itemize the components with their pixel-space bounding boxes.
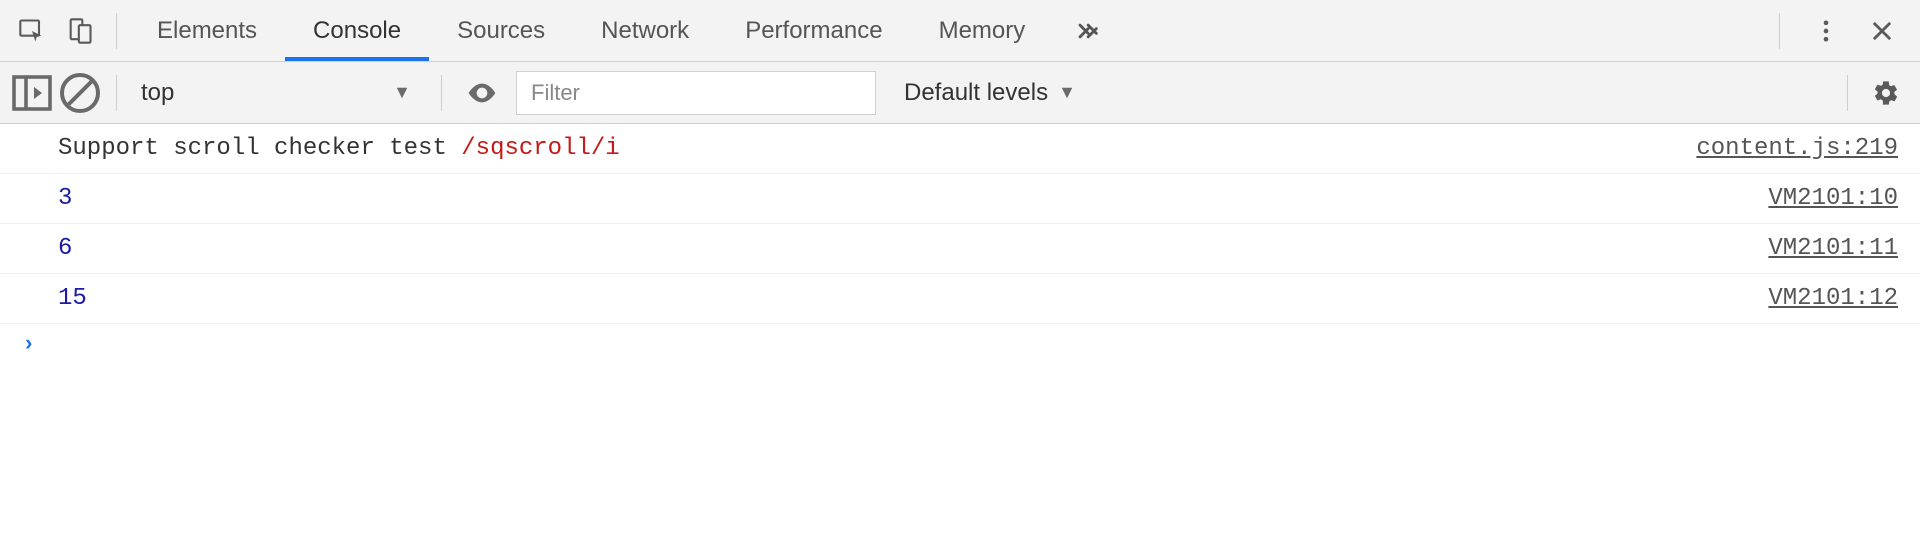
panel-tabs: Elements Console Sources Network Perform… [129,0,1767,61]
inspect-element-icon[interactable] [8,1,56,61]
source-link[interactable]: VM2101:10 [1768,185,1898,212]
tab-bar-right [1767,1,1912,61]
kebab-menu-icon[interactable] [1804,1,1848,61]
log-text: Support scroll checker test [58,135,461,162]
console-toolbar: top ▼ Default levels ▼ [0,62,1920,124]
console-log-row: 3 VM2101:10 [0,174,1920,224]
log-number: 6 [58,235,72,262]
console-log-row: 6 VM2101:11 [0,224,1920,274]
source-link[interactable]: VM2101:11 [1768,235,1898,262]
log-levels-select[interactable]: Default levels ▼ [894,79,1086,107]
filter-input[interactable] [516,71,876,115]
tab-memory[interactable]: Memory [911,0,1054,61]
console-log-row: Support scroll checker test /sqscroll/i … [0,124,1920,174]
console-output: Support scroll checker test /sqscroll/i … [0,124,1920,324]
source-link[interactable]: content.js:219 [1696,135,1898,162]
log-message: 3 [58,185,1768,212]
source-link[interactable]: VM2101:12 [1768,285,1898,312]
tab-sources[interactable]: Sources [429,0,573,61]
separator [1779,13,1780,49]
tab-performance[interactable]: Performance [717,0,910,61]
clear-console-icon[interactable] [56,63,104,123]
tab-label: Memory [939,17,1026,45]
separator [441,75,442,111]
context-value: top [141,79,174,107]
tab-label: Elements [157,17,257,45]
console-prompt: › [0,324,1920,365]
live-expression-icon[interactable] [454,77,510,109]
show-console-sidebar-icon[interactable] [8,63,56,123]
console-input[interactable] [49,332,1898,357]
separator [116,13,117,49]
log-message: 15 [58,285,1768,312]
log-number: 3 [58,185,72,212]
tab-elements[interactable]: Elements [129,0,285,61]
log-message: Support scroll checker test /sqscroll/i [58,135,1696,162]
separator [116,75,117,111]
devtools-tab-bar: Elements Console Sources Network Perform… [0,0,1920,62]
execution-context-select[interactable]: top ▼ [129,63,429,123]
tab-label: Performance [745,17,882,45]
tab-network[interactable]: Network [573,0,717,61]
dropdown-triangle-icon: ▼ [393,82,411,103]
log-number: 15 [58,285,87,312]
tab-label: Sources [457,17,545,45]
prompt-chevron-icon: › [22,332,35,357]
more-tabs-button[interactable] [1053,0,1121,61]
levels-label: Default levels [904,79,1048,107]
tab-label: Network [601,17,689,45]
tab-console[interactable]: Console [285,0,429,61]
dropdown-triangle-icon: ▼ [1058,82,1076,103]
close-icon[interactable] [1860,1,1904,61]
console-settings-icon[interactable] [1860,63,1912,123]
console-log-row: 15 VM2101:12 [0,274,1920,324]
log-regex: /sqscroll/i [461,135,619,162]
device-toolbar-icon[interactable] [56,1,104,61]
tab-label: Console [313,17,401,45]
separator [1847,75,1848,111]
log-message: 6 [58,235,1768,262]
